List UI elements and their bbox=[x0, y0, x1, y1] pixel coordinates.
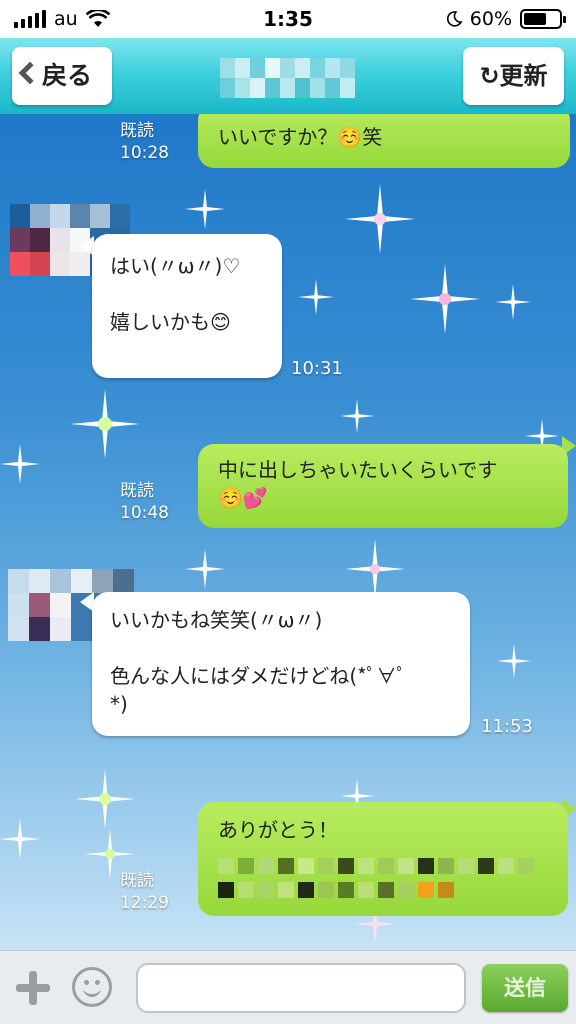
refresh-icon: ↻ bbox=[479, 62, 500, 90]
sparkle-icon bbox=[0, 444, 40, 484]
their-message-bubble[interactable]: はい(〃ω〃)♡ 嬉しいかも😊 bbox=[92, 234, 282, 378]
message-time: 12:29 bbox=[120, 893, 169, 913]
message-line: はい(〃ω〃)♡ bbox=[110, 254, 241, 278]
my-message-bubble[interactable]: ありがとう！ bbox=[198, 802, 568, 916]
back-label: 戻る bbox=[42, 61, 93, 90]
message-line: いいかもね笑笑(〃ω〃) bbox=[110, 608, 323, 632]
input-bar: 送信 bbox=[0, 950, 576, 1024]
chat-area[interactable]: いいですか？☺️笑 既読 10:28 はい(〃ω〃)♡ 嬉しいかも😊 10:31… bbox=[0, 114, 576, 950]
message-line: *) bbox=[110, 692, 128, 716]
message-meta: 既読 12:29 bbox=[120, 870, 169, 914]
message-time: 11:53 bbox=[481, 716, 533, 737]
my-message-bubble[interactable]: いいですか？☺️笑 bbox=[198, 114, 570, 168]
redacted-text-mosaic bbox=[218, 858, 548, 874]
message-time: 10:28 bbox=[120, 143, 169, 163]
sparkle-icon bbox=[345, 184, 415, 254]
message-time: 10:48 bbox=[120, 503, 169, 523]
sparkle-icon bbox=[345, 539, 405, 599]
message-line: 中に出しちゃいたいくらいです bbox=[218, 458, 498, 482]
status-bar: au 1:35 60% bbox=[0, 0, 576, 38]
message-text: いいですか？☺️笑 bbox=[218, 125, 383, 149]
back-button[interactable]: 戻る bbox=[12, 47, 112, 105]
sparkle-icon bbox=[410, 264, 480, 334]
sparkle-icon bbox=[497, 644, 531, 678]
sparkle-icon bbox=[0, 819, 40, 859]
chevron-left-icon bbox=[18, 61, 42, 85]
their-message-bubble[interactable]: いいかもね笑笑(〃ω〃) 色んな人にはダメだけどね(*ﾟ∀ﾟ *) bbox=[92, 592, 470, 736]
sparkle-icon bbox=[70, 389, 140, 459]
read-receipt: 既読 bbox=[120, 871, 154, 891]
sparkle-icon bbox=[298, 279, 334, 315]
plus-icon[interactable] bbox=[14, 969, 52, 1007]
battery-percent: 60% bbox=[469, 8, 512, 30]
sparkle-icon bbox=[185, 189, 225, 229]
message-time: 10:31 bbox=[291, 358, 343, 379]
moon-icon bbox=[446, 11, 462, 27]
battery-icon bbox=[520, 9, 566, 29]
sparkle-icon bbox=[340, 399, 374, 433]
read-receipt: 既読 bbox=[120, 481, 154, 501]
message-meta: 既読 10:28 bbox=[120, 120, 169, 164]
sparkle-icon bbox=[185, 549, 225, 589]
chat-header: 戻る ↻更新 bbox=[0, 38, 576, 114]
message-line: 嬉しいかも😊 bbox=[110, 310, 231, 334]
redacted-text-mosaic bbox=[218, 882, 548, 898]
refresh-label: 更新 bbox=[499, 62, 548, 90]
contact-name-mosaic bbox=[220, 58, 355, 98]
message-meta: 既読 10:48 bbox=[120, 480, 169, 524]
send-button[interactable]: 送信 bbox=[482, 964, 568, 1012]
sparkle-icon bbox=[75, 769, 135, 829]
emoji-icon[interactable] bbox=[72, 967, 112, 1007]
sparkle-icon bbox=[495, 284, 531, 320]
message-input[interactable] bbox=[136, 963, 466, 1013]
message-text: ありがとう！ bbox=[218, 818, 338, 842]
message-line: 色んな人にはダメだけどね(*ﾟ∀ﾟ bbox=[110, 664, 407, 688]
read-receipt: 既読 bbox=[120, 121, 154, 141]
message-line: ☺️💕 bbox=[218, 486, 268, 510]
my-message-bubble[interactable]: 中に出しちゃいたいくらいです ☺️💕 bbox=[198, 444, 568, 528]
refresh-button[interactable]: ↻更新 bbox=[463, 47, 564, 105]
